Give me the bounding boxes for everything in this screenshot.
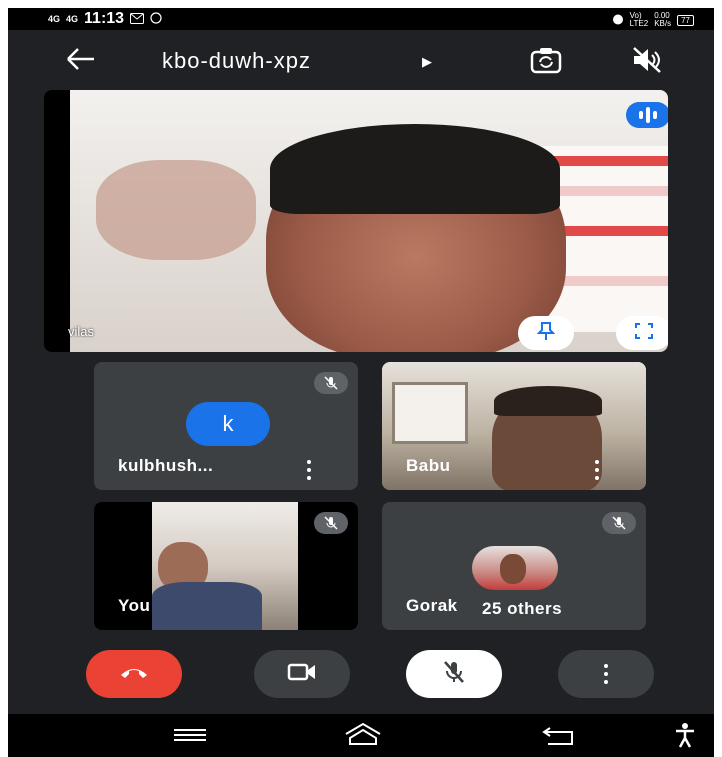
- pin-icon: [536, 321, 556, 346]
- others-count-chip[interactable]: 25 others: [470, 594, 575, 624]
- network-indicator-2: 4G: [66, 13, 79, 24]
- participant-hair: [494, 386, 602, 416]
- camera-switch-icon[interactable]: [528, 44, 564, 81]
- phone-screen: 4G 4G 11:13 Vo) LTE2 0.00 KB/s 77 kbo-du…: [8, 8, 714, 757]
- avatar: [472, 546, 558, 590]
- participant-name: Babu: [406, 456, 451, 475]
- whatsapp-icon: [150, 11, 162, 27]
- system-nav-bar: [8, 714, 714, 757]
- participant-tile-you[interactable]: You: [94, 502, 358, 630]
- participant-tile-babu[interactable]: Babu: [382, 362, 646, 490]
- participant-name: Gorak: [406, 596, 458, 615]
- more-vertical-icon[interactable]: [306, 460, 312, 480]
- participant-name: kulbhush...: [118, 456, 214, 475]
- audio-wave-icon: [626, 102, 668, 128]
- main-speaker-name: vilas: [68, 324, 95, 339]
- nav-back-icon[interactable]: [542, 724, 578, 751]
- lte-indicator: Vo) LTE2: [630, 12, 649, 28]
- fullscreen-icon: [634, 322, 654, 345]
- speaker-hair: [270, 124, 560, 214]
- lte-bottom: LTE2: [629, 19, 649, 28]
- status-bar: 4G 4G 11:13 Vo) LTE2 0.00 KB/s 77: [8, 8, 714, 30]
- speaker-muted-icon[interactable]: [630, 44, 664, 81]
- pin-button[interactable]: [518, 316, 574, 350]
- data-rate-unit: KB/s: [654, 19, 672, 28]
- mic-muted-badge: [602, 512, 636, 534]
- caret-right-icon[interactable]: ▶: [422, 54, 432, 70]
- end-call-button[interactable]: [86, 650, 182, 698]
- message-icon: [130, 12, 145, 27]
- wave-bar: [653, 111, 657, 119]
- more-vertical-icon: [603, 664, 609, 684]
- main-speaker-video: [70, 90, 668, 352]
- more-vertical-icon[interactable]: [594, 460, 600, 480]
- more-options-button[interactable]: [558, 650, 654, 698]
- participant-tile-others[interactable]: Gorak 25 others: [382, 502, 646, 630]
- wave-bar: [639, 111, 643, 119]
- mic-toggle-button[interactable]: [406, 650, 502, 698]
- window-background: [392, 382, 468, 444]
- participant-tile-kulbhush[interactable]: k kulbhush...: [94, 362, 358, 490]
- arrow-left-icon[interactable]: [64, 44, 98, 82]
- network-indicator-1: 4G: [48, 13, 61, 24]
- home-icon[interactable]: [344, 722, 382, 751]
- main-speaker-tile[interactable]: vilas: [44, 90, 668, 352]
- menu-icon[interactable]: [174, 728, 206, 747]
- status-left: 4G 4G 11:13: [48, 10, 162, 28]
- meeting-header: kbo-duwh-xpz ▶: [8, 34, 714, 90]
- camera-toggle-button[interactable]: [254, 650, 350, 698]
- meeting-code[interactable]: kbo-duwh-xpz: [162, 48, 311, 74]
- wave-bar: [646, 107, 650, 123]
- alarm-icon: [612, 13, 624, 27]
- video-camera-icon: [287, 662, 317, 687]
- participant-name: You: [118, 596, 151, 615]
- self-shirt: [152, 582, 262, 630]
- avatar: k: [186, 402, 270, 446]
- avatar-face: [500, 554, 526, 584]
- battery-indicator: 77: [677, 14, 694, 26]
- mic-off-icon: [442, 659, 466, 690]
- mic-muted-badge: [314, 512, 348, 534]
- status-right: Vo) LTE2 0.00 KB/s 77: [612, 12, 694, 28]
- data-rate: 0.00 KB/s: [654, 12, 671, 28]
- raised-hand-blur: [96, 160, 256, 260]
- status-time: 11:13: [84, 10, 125, 27]
- fullscreen-button[interactable]: [616, 316, 668, 350]
- end-call-icon: [119, 665, 149, 684]
- accessibility-icon[interactable]: [674, 722, 696, 753]
- mic-muted-badge: [314, 372, 348, 394]
